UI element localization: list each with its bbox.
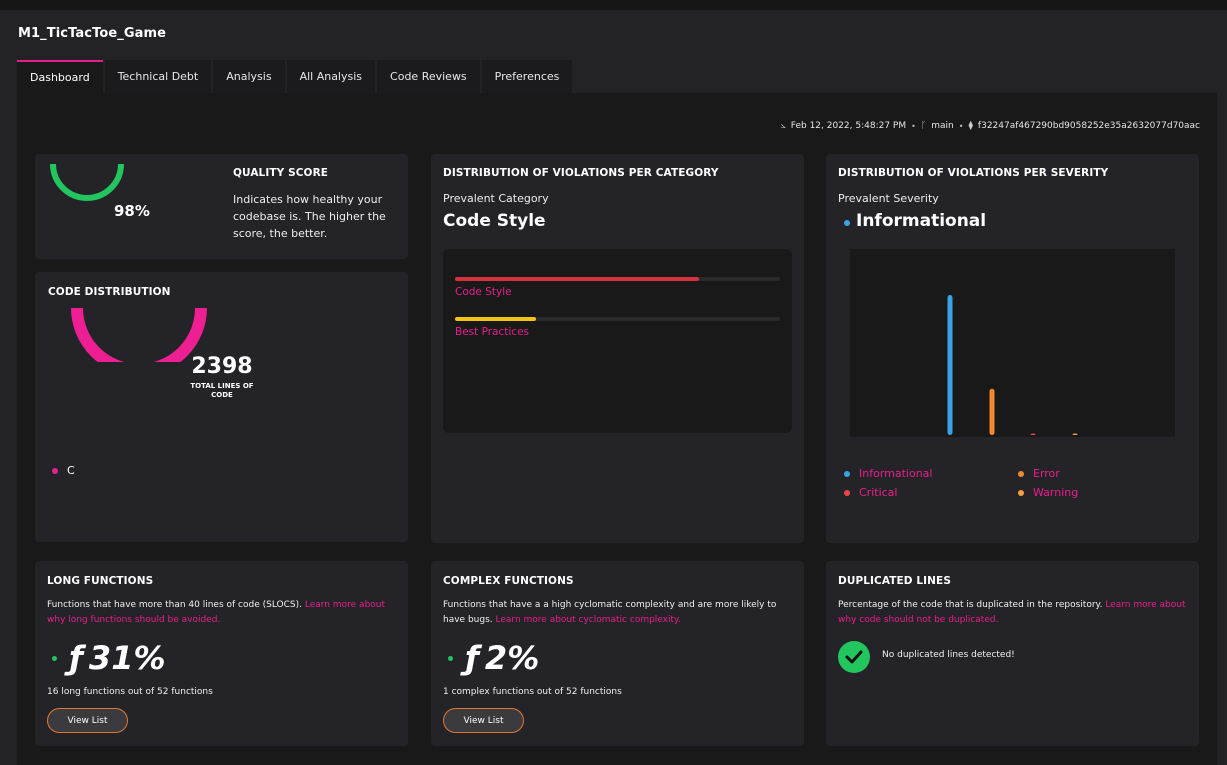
code-style-label: Code Style [455,286,512,298]
complex-functions-view-list-button[interactable]: View List [443,708,524,733]
legend-dot [1018,470,1024,477]
total-lines-value: 2398 [191,354,253,379]
complex-functions-description: Functions that have a a high cyclomatic … [443,598,788,628]
best-practices-track [455,317,780,321]
legend-dot [844,470,850,477]
quality-score-card: 98% QUALITY SCORE Indicates how healthy … [35,154,408,259]
long-functions-card: LONG FUNCTIONS Functions that have more … [35,561,408,746]
legend-label: Critical [859,486,898,499]
prevalent-severity-value: Informational [856,211,987,231]
tab-analysis[interactable]: Analysis [213,60,285,93]
code-style-track [455,277,780,281]
long-functions-summary: 16 long functions out of 52 functions [47,687,213,697]
legend-dot [844,489,850,496]
best-practices-bar [455,317,537,321]
severity-chart [850,249,1175,437]
severity-bar-informational [947,295,953,435]
quality-score-description: Indicates how healthy your codebase is. … [233,193,386,240]
severity-bar-critical [1030,433,1036,435]
analysis-date: Feb 12, 2022, 5:48:27 PM [790,121,907,131]
category-title: DISTRIBUTION OF VIOLATIONS PER CATEGORY [443,167,719,179]
complex-functions-card: COMPLEX FUNCTIONS Functions that have a … [431,561,804,746]
prevalent-category-label: Prevalent Category [443,192,549,205]
branch-icon: ᚴ [920,121,927,131]
severity-distribution-card: DISTRIBUTION OF VIOLATIONS PER SEVERITY … [826,154,1199,543]
long-functions-percent: 31% [88,639,166,677]
commit-hash[interactable]: f32247af467290bd9058252e35a2632077d70aac [978,121,1200,131]
duplicated-status: No duplicated lines detected! [882,650,1015,660]
tab-dashboard[interactable]: Dashboard [17,60,103,93]
function-icon: ƒ [465,639,479,677]
status-dot [52,655,57,661]
quality-gauge [50,164,124,201]
long-functions-desc-text: Functions that have more than 40 lines o… [47,600,302,610]
quality-score-title: QUALITY SCORE [233,167,329,179]
code-style-bar [455,277,699,281]
duplicated-lines-description: Percentage of the code that is duplicate… [838,598,1188,628]
legend-warning[interactable]: Warning [1018,486,1078,499]
complex-functions-learn-link[interactable]: Learn more about cyclomatic complexity. [496,615,681,625]
prevalent-category-value: Code Style [443,211,546,231]
separator-dot: • [958,121,964,131]
language-label: C [67,464,75,477]
category-distribution-card: DISTRIBUTION OF VIOLATIONS PER CATEGORY … [431,154,804,543]
branch-name[interactable]: main [931,121,954,131]
total-lines-label: TOTAL LINES OF CODE [190,382,254,399]
legend-dot [52,467,58,474]
complex-functions-percent: 2% [484,639,540,677]
prevalent-severity-label: Prevalent Severity [838,192,939,205]
duplicated-lines-title: DUPLICATED LINES [838,575,951,587]
legend-critical[interactable]: Critical [844,486,897,499]
code-distribution-card: CODE DISTRIBUTION 2398 TOTAL LINES OF CO… [35,272,408,542]
long-functions-title: LONG FUNCTIONS [47,575,154,587]
check-icon [838,641,870,673]
legend-label: Warning [1033,486,1079,499]
chart-background [850,249,1175,437]
quality-score-value: 98% [114,202,150,220]
category-bars-panel: Code Style Best Practices [443,249,792,433]
complex-functions-summary: 1 complex functions out of 52 functions [443,687,622,697]
code-distribution-title: CODE DISTRIBUTION [48,286,171,298]
status-dot [448,655,453,661]
top-strip [0,0,1227,10]
function-icon: ƒ [69,639,83,677]
severity-bar-error [989,388,995,435]
complex-functions-stat: ƒ 2% [448,639,539,677]
legend-label: Informational [859,467,933,480]
analysis-meta: ⦣ Feb 12, 2022, 5:48:27 PM • ᚴ main • ⧫ … [781,121,1200,131]
tab-bar: Dashboard Technical Debt Analysis All An… [17,60,574,93]
language-legend-c: C [52,464,75,477]
legend-label: Error [1033,467,1060,480]
legend-dot [1018,489,1024,496]
repo-title: M1_TicTacToe_Game [18,26,167,41]
tab-preferences[interactable]: Preferences [481,60,573,93]
separator-dot: • [911,121,916,131]
severity-bar-warning [1072,433,1078,435]
legend-error[interactable]: Error [1018,467,1060,480]
commit-icon: ⧫ [968,121,973,131]
long-functions-description: Functions that have more than 40 lines o… [47,598,397,628]
duplicated-desc-text: Percentage of the code that is duplicate… [838,600,1103,610]
tab-code-reviews[interactable]: Code Reviews [377,60,480,93]
long-functions-view-list-button[interactable]: View List [47,708,128,733]
language-arc [71,308,207,362]
legend-informational[interactable]: Informational [844,467,932,480]
quality-arc [50,164,124,201]
severity-title: DISTRIBUTION OF VIOLATIONS PER SEVERITY [838,167,1109,179]
best-practices-label: Best Practices [455,326,529,338]
tab-technical-debt[interactable]: Technical Debt [104,60,212,93]
chart-icon: ⦣ [780,121,786,131]
tab-all-analysis[interactable]: All Analysis [286,60,376,93]
long-functions-stat: ƒ 31% [52,639,166,677]
prevalent-severity-dot [844,220,850,226]
duplicated-lines-card: DUPLICATED LINES Percentage of the code … [826,561,1199,746]
complex-functions-title: COMPLEX FUNCTIONS [443,575,574,587]
